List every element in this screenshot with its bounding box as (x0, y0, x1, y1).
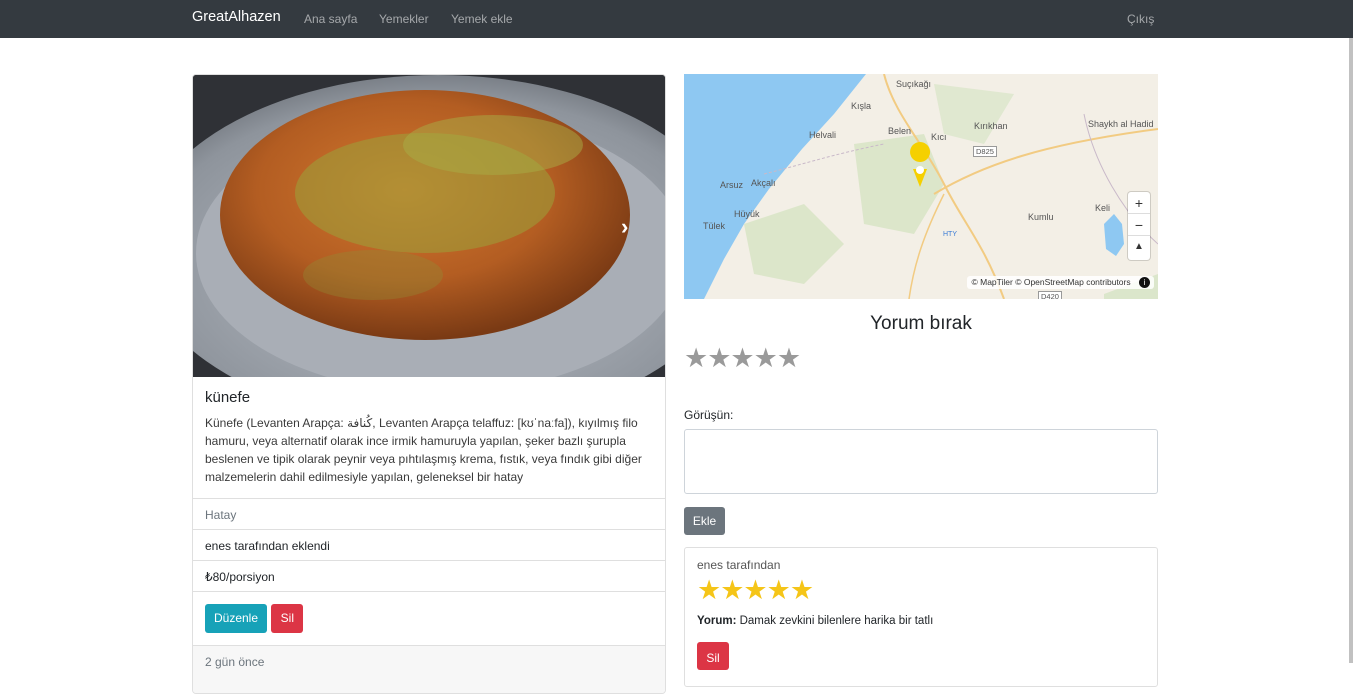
nav-foods[interactable]: Yemekler (379, 12, 429, 26)
top-navbar: GreatAlhazen Ana sayfa Yemekler Yemek ek… (0, 0, 1353, 38)
food-photo (193, 75, 665, 377)
comment-body: Damak zevkini bilenlere harika bir tatlı (739, 615, 934, 627)
page-scrollbar[interactable] (1349, 38, 1353, 663)
food-card-body: künefe Künefe (Levanten Arapça: كُنافة, … (193, 377, 665, 486)
food-title: künefe (205, 389, 251, 406)
comment-author: enes tarafından (697, 558, 781, 572)
scrollbar-thumb[interactable] (1349, 38, 1353, 663)
compass-button[interactable]: ▲ (1128, 236, 1150, 258)
food-actions: Düzenle Sil (193, 591, 665, 645)
map-label-akcali: Akçalı (751, 178, 776, 188)
nav-home[interactable]: Ana sayfa (304, 12, 357, 26)
nav-add-food[interactable]: Yemek ekle (451, 12, 513, 26)
zoom-out-button[interactable]: − (1128, 214, 1150, 236)
location-map[interactable]: Suçıkağı Kışla Helvali Belen Kırıkhan Sh… (684, 74, 1158, 299)
map-label-shaykh: Shaykh al Hadid (1088, 119, 1154, 129)
edit-button[interactable]: Düzenle (205, 604, 267, 633)
map-label-belen: Belen (888, 126, 912, 136)
carousel-next-icon[interactable]: › (621, 214, 628, 240)
zoom-in-button[interactable]: + (1128, 192, 1150, 214)
delete-comment-button[interactable]: Sil (697, 642, 729, 670)
add-comment-button[interactable]: Ekle (684, 507, 725, 535)
map-label-keli: Keli (1095, 203, 1111, 213)
food-image-carousel[interactable]: › (193, 75, 665, 377)
brand-link[interactable]: GreatAlhazen (192, 9, 281, 25)
map-label-huyuk: Hüyük (734, 209, 760, 219)
map-attribution-text[interactable]: © MapTiler © OpenStreetMap contributors (971, 277, 1130, 287)
food-added-by: enes tarafından eklendi (193, 529, 665, 560)
map-label-helvali: Helvali (809, 130, 837, 140)
map-label-airport: HTY (943, 231, 957, 238)
comment-card: enes tarafından ★★★★★ Yorum: Damak zevki… (684, 547, 1158, 687)
map-road-d420: D420 (1038, 291, 1062, 299)
food-price: ₺80/porsiyon (193, 560, 665, 591)
rating-star-input[interactable]: ★★★★★ (684, 343, 801, 374)
map-label-kici: Kıcı (931, 132, 947, 142)
map-road-d825: D825 (973, 146, 997, 157)
map-label-tulek: Tülek (703, 221, 726, 231)
review-heading: Yorum bırak (870, 313, 972, 334)
comment-label: Yorum: (697, 615, 737, 627)
comment-textarea[interactable] (684, 429, 1158, 494)
info-icon[interactable]: i (1139, 277, 1150, 288)
food-description: Künefe (Levanten Arapça: كُنافة, Levante… (205, 416, 642, 484)
food-card: › künefe Künefe (Levanten Arapça: كُنافة… (192, 74, 666, 694)
map-label-kumlu: Kumlu (1028, 212, 1054, 222)
map-label-arsuz: Arsuz (720, 180, 744, 190)
food-card-footer: 2 gün önce (193, 645, 665, 693)
comment-text: Yorum: Damak zevkini bilenlere harika bi… (697, 615, 933, 627)
map-label-sucikagi: Suçıkağı (896, 79, 932, 89)
food-region: Hatay (193, 498, 665, 529)
map-label-kisla: Kışla (851, 101, 872, 111)
delete-food-button[interactable]: Sil (271, 604, 304, 633)
map-attribution: © MapTiler © OpenStreetMap contributors … (967, 276, 1154, 289)
nav-logout[interactable]: Çıkış (1127, 12, 1154, 26)
comment-field-label: Görüşün: (684, 408, 734, 422)
map-zoom-controls: + − ▲ (1128, 192, 1150, 260)
comment-rating-stars: ★★★★★ (697, 575, 814, 605)
map-label-kirikhan: Kırıkhan (974, 121, 1008, 131)
